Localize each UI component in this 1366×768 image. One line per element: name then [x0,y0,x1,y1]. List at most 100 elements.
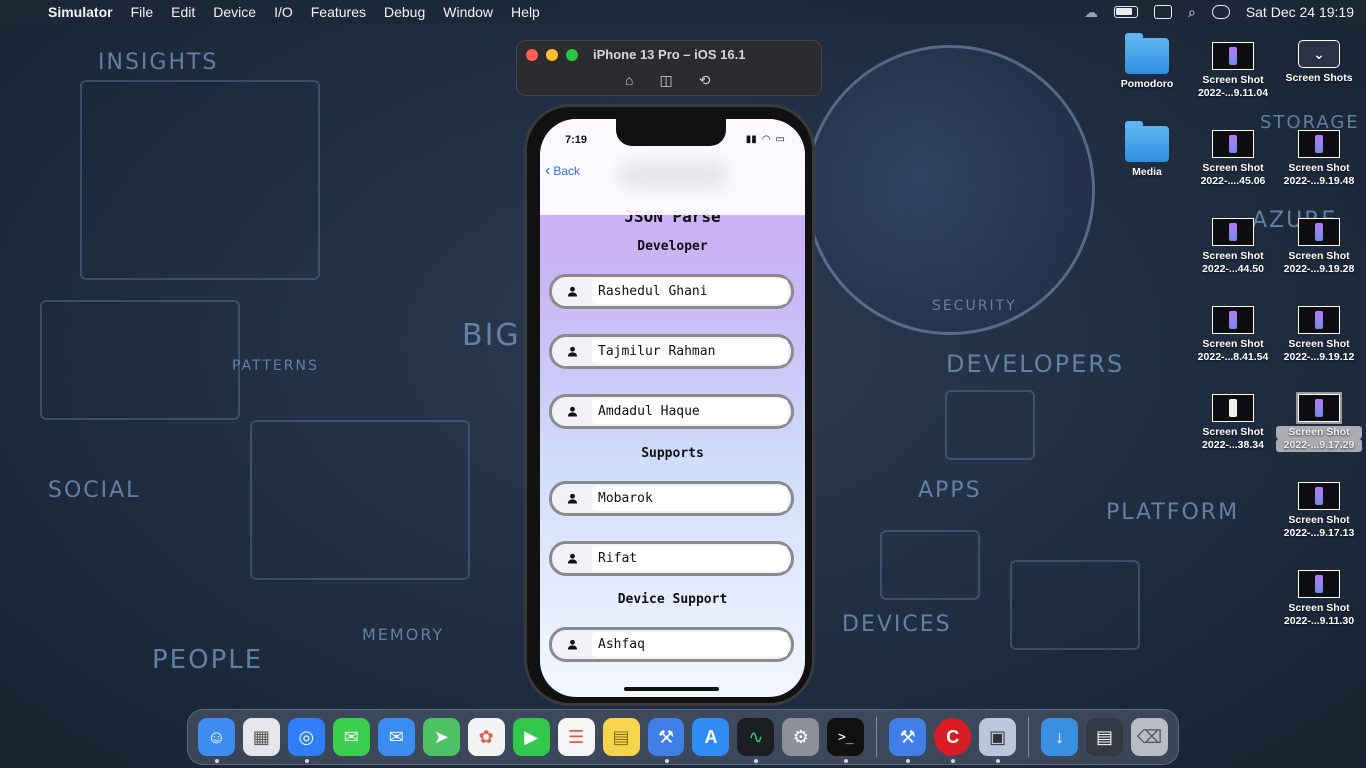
desktop-icon-label: Screen Shot [1202,162,1264,174]
menu-help[interactable]: Help [511,4,540,20]
globe-illustration [805,45,1095,335]
person-icon [552,639,592,650]
menu-edit[interactable]: Edit [171,4,195,20]
wifi-icon: ◠ [761,134,771,145]
person-row[interactable]: Ashfaq [549,627,794,662]
phone-screen: 7:19 ▮▮ ◠ ▭ JSON Parse Developer Rashedu… [540,119,805,697]
desktop-screenshot[interactable]: Screen Shot 2022-...9.19.48 [1276,130,1362,188]
wallpaper-word: DEVICES [842,612,952,637]
wallpaper-word: SOCIAL [48,478,141,503]
finder-icon[interactable]: ☺ [198,718,235,763]
control-center-icon[interactable] [1211,5,1230,19]
wallpaper-word: MEMORY [362,625,445,644]
simulator-xcode-icon[interactable]: ⚒ [889,718,927,763]
search-icon[interactable]: ⌕ [1188,4,1196,21]
desktop-icon-label: Screen Shot [1288,250,1350,262]
person-row[interactable]: Mobarok [549,481,794,516]
photos-icon[interactable]: ✿ [467,718,505,756]
notes-icon[interactable]: ▤ [602,718,640,756]
person-icon [552,346,592,357]
desktop-screenshot[interactable]: Screen Shot 2022-....45.06 [1190,130,1276,188]
desktop-icon-label: Pomodoro [1120,78,1174,90]
desktop-icon-sublabel: 2022-...44.50 [1202,263,1264,275]
desktop-folder-pomodoro[interactable]: Pomodoro [1104,33,1190,91]
trash-icon[interactable]: ⌫ [1131,718,1168,756]
person-row[interactable]: Rifat [549,541,794,576]
signal-icon: ▮▮ [745,134,757,145]
person-row[interactable]: Amdadul Haque [549,394,794,429]
person-row[interactable]: Rashedul Ghani [549,274,794,309]
person-name: Tajmilur Rahman [592,339,788,364]
zoom-window-button[interactable] [566,49,578,61]
home-icon[interactable]: ⌂ [625,72,633,89]
desktop-screenshot[interactable]: Screen Shot 2022-...8.41.54 [1190,306,1276,364]
close-window-button[interactable] [526,49,538,61]
system-settings-icon[interactable]: ⚙ [782,718,820,756]
desktop-screenshot[interactable]: Screen Shot 2022-...9.11.30 [1276,570,1362,628]
terminal-icon[interactable]: >_ [827,718,865,763]
desktop-screenshot[interactable]: Screen Shot 2022-...44.50 [1190,218,1276,276]
desktop-screenshot[interactable]: Screen Shot 2022-...9.19.28 [1276,218,1362,276]
wallpaper-sketch [80,80,320,280]
rotate-icon[interactable]: ⟲ [699,72,711,89]
dock-separator [1028,717,1030,757]
person-icon [552,406,592,417]
desktop-icon-label: Media [1132,166,1162,178]
menu-clock[interactable]: Sat Dec 24 19:19 [1246,4,1354,20]
battery-icon: ▭ [775,134,785,145]
person-row[interactable]: Tajmilur Rahman [549,334,794,369]
desktop-icon-label: Screen Shot [1202,338,1264,350]
desktop-screenshot[interactable]: Screen Shot 2022-...9.19.12 [1276,306,1362,364]
maps-icon[interactable]: ➤ [422,718,460,756]
screenshot-thumbnail-icon [1212,130,1254,158]
app-store-icon[interactable]: A [692,718,730,756]
screenshot-thumbnail-icon [1298,482,1340,510]
desktop-icon-sublabel: 2022-...9.19.48 [1283,175,1355,187]
desktop-icon-sublabel: 2022-...9.11.30 [1283,615,1355,627]
menu-bar-status-area: ☁ ⌕ Sat Dec 24 19:19 [1084,4,1354,21]
reminders-icon[interactable]: ☰ [557,718,595,756]
menu-io[interactable]: I/O [274,4,293,20]
red-app-icon[interactable]: C [934,718,972,763]
menu-features[interactable]: Features [311,4,366,20]
desktop-screenshot[interactable]: Screen Shot 2022-...9.11.04 [1190,42,1276,100]
wallpaper-word: PLATFORM [1106,500,1240,525]
mail-icon[interactable]: ✉ [377,718,415,756]
battery-icon[interactable] [1113,6,1138,18]
stack-icon[interactable]: ▤ [1086,718,1123,756]
wallpaper-sketch [880,530,980,600]
desktop-screenshot-selected[interactable]: Screen Shot 2022-...9.17.29 [1276,392,1362,452]
safari-icon[interactable]: ◎ [287,718,325,763]
launchpad-icon[interactable]: ▦ [242,718,280,756]
downloads-icon[interactable]: ↓ [1041,718,1079,756]
home-indicator[interactable] [624,687,719,691]
menu-debug[interactable]: Debug [384,4,425,20]
menu-device[interactable]: Device [213,4,256,20]
menu-window[interactable]: Window [443,4,493,20]
activity-monitor-icon[interactable]: ∿ [737,718,775,763]
screenshot-thumbnail-icon [1296,392,1342,424]
desktop-screenshot[interactable]: Screen Shot 2022-...38.34 [1190,394,1276,452]
display-icon[interactable] [1153,5,1172,19]
folder-icon [1125,121,1169,162]
menu-app-name[interactable]: Simulator [48,4,113,20]
wallpaper-sketch [40,300,240,420]
screenshot-thumbnail-icon [1298,130,1340,158]
cloud-icon[interactable]: ☁ [1084,4,1098,21]
desktop-folder-media[interactable]: Media [1104,121,1190,179]
preview-icon[interactable]: ▣ [979,718,1017,763]
xcode-icon[interactable]: ⚒ [647,718,685,763]
messages-icon[interactable]: ✉ [332,718,370,756]
section-title-supports: Supports [641,446,704,461]
desktop-icon-sublabel: 2022-...9.17.13 [1283,527,1355,539]
desktop-screenshot[interactable]: Screen Shot 2022-...9.17.13 [1276,482,1362,540]
minimize-window-button[interactable] [546,49,558,61]
screenshot-icon[interactable]: ◫ [659,72,672,89]
window-controls [526,49,578,61]
facetime-icon[interactable]: ▶ [512,718,550,756]
desktop-stack-screen-shots[interactable]: ⌄ Screen Shots [1276,40,1362,85]
screenshot-thumbnail-icon [1298,218,1340,246]
back-button[interactable]: ‹ Back [545,163,580,179]
stack-icon: ⌄ [1298,40,1340,68]
menu-file[interactable]: File [131,4,154,20]
